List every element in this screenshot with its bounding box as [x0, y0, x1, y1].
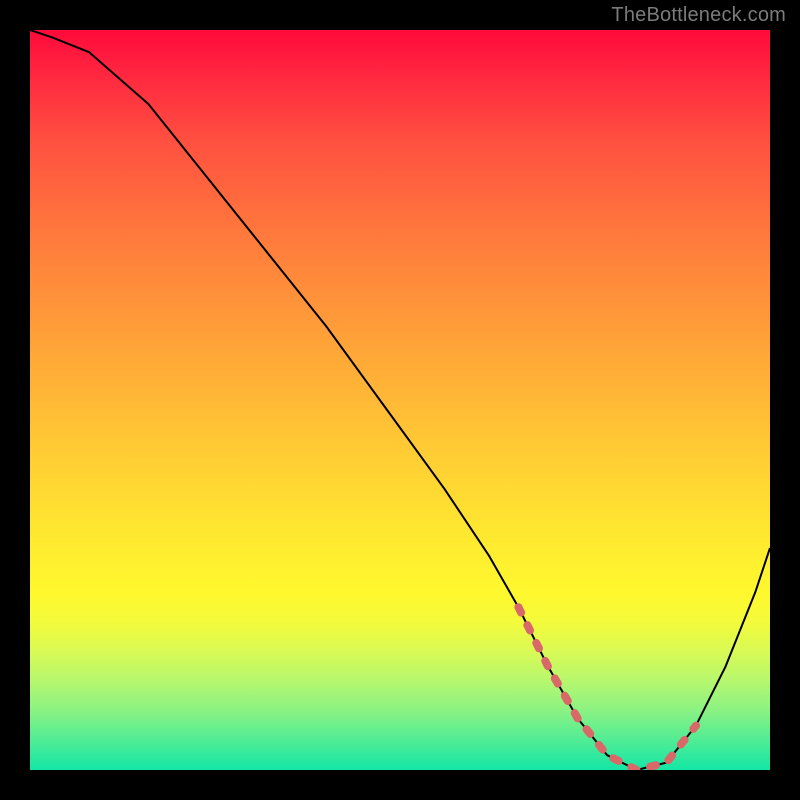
bottleneck-curve [30, 30, 770, 770]
attribution-text: TheBottleneck.com [611, 4, 786, 27]
chart-svg [30, 30, 770, 770]
plot-area [30, 30, 770, 770]
chart-stage: TheBottleneck.com [0, 0, 800, 800]
optimal-range-dashes [518, 607, 696, 770]
